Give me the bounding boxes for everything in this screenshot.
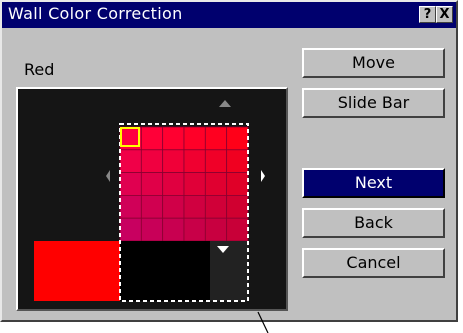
callout-line — [257, 311, 269, 333]
